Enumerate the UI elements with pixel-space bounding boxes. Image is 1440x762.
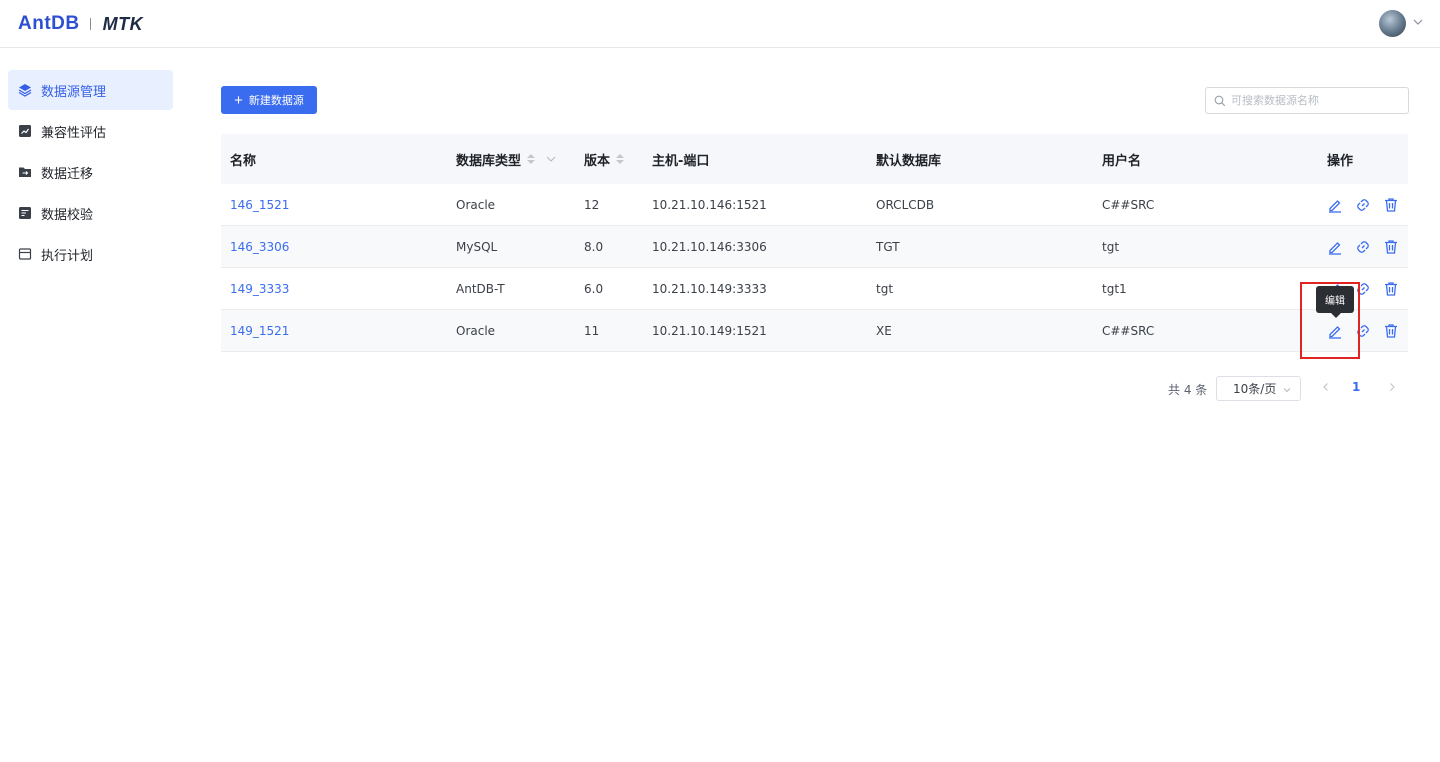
- search-input[interactable]: [1231, 94, 1401, 107]
- highlight-box: [1300, 282, 1360, 359]
- chevron-down-icon: [1283, 388, 1291, 393]
- app-logo[interactable]: AntDB MTK: [18, 12, 143, 36]
- prev-page-icon[interactable]: [1320, 381, 1332, 393]
- delete-icon[interactable]: [1383, 281, 1399, 297]
- cell-default-db: ORCLCDB: [876, 197, 935, 212]
- datasource-table: 名称 数据库类型 版本 主机-端口 默认数据库 用户名 操作 146_1521 …: [221, 134, 1408, 352]
- link-icon[interactable]: [1355, 239, 1371, 255]
- filter-chevron-icon[interactable]: [545, 153, 557, 165]
- sidebar-item-label: 兼容性评估: [41, 125, 107, 141]
- sidebar-item-label: 执行计划: [41, 248, 94, 264]
- header-user: 用户名: [1102, 153, 1142, 169]
- sort-icon[interactable]: [616, 154, 625, 164]
- table-row: 146_3306 MySQL 8.0 10.21.10.146:3306 TGT…: [221, 226, 1408, 268]
- link-icon[interactable]: [1355, 197, 1371, 213]
- search-icon: [1214, 95, 1226, 106]
- table-row: 146_1521 Oracle 12 10.21.10.146:1521 ORC…: [221, 184, 1408, 226]
- pagination-total: 共 4 条: [1168, 383, 1208, 397]
- cell-default-db: TGT: [876, 239, 900, 254]
- delete-icon[interactable]: [1383, 197, 1399, 213]
- cell-host: 10.21.10.146:3306: [652, 239, 767, 254]
- next-page-icon[interactable]: [1386, 381, 1398, 393]
- plus-icon: +: [234, 91, 243, 109]
- cell-type: MySQL: [456, 239, 498, 254]
- table-row: 149_1521 Oracle 11 10.21.10.149:1521 XE …: [221, 310, 1408, 352]
- edit-icon[interactable]: [1327, 239, 1343, 255]
- cell-type: Oracle: [456, 323, 496, 338]
- sort-icon[interactable]: [527, 154, 536, 164]
- sidebar-item-datasource[interactable]: 数据源管理: [8, 70, 173, 110]
- datasource-name-link[interactable]: 149_3333: [230, 268, 289, 309]
- header-default-db: 默认数据库: [876, 153, 942, 169]
- sidebar-item-label: 数据校验: [41, 207, 94, 223]
- folder-transfer-icon: [18, 165, 32, 179]
- header-ops: 操作: [1327, 153, 1354, 169]
- cell-version: 8.0: [584, 239, 604, 254]
- cell-user: C##SRC: [1102, 323, 1155, 338]
- page-size-value: 10条/页: [1233, 382, 1277, 396]
- header-name: 名称: [230, 153, 257, 169]
- cell-host: 10.21.10.149:3333: [652, 281, 767, 296]
- cell-user: tgt: [1102, 239, 1120, 254]
- top-header: AntDB MTK: [0, 0, 1440, 48]
- logo-antdb: AntDB: [18, 13, 80, 34]
- sidebar-item-label: 数据迁移: [41, 166, 94, 182]
- header-host: 主机-端口: [652, 153, 710, 169]
- page-number-current[interactable]: 1: [1352, 380, 1360, 394]
- cell-user: tgt1: [1102, 281, 1127, 296]
- cell-type: AntDB-T: [456, 281, 505, 296]
- cell-default-db: tgt: [876, 281, 894, 296]
- new-datasource-label: 新建数据源: [248, 95, 304, 107]
- logo-mtk: MTK: [102, 13, 144, 34]
- datasource-name-link[interactable]: 146_3306: [230, 226, 289, 267]
- cell-version: 12: [584, 197, 600, 212]
- cell-version: 6.0: [584, 281, 604, 296]
- sidebar: 数据源管理 兼容性评估 数据迁移 数据校验 执行计划: [0, 49, 180, 762]
- search-box[interactable]: [1205, 87, 1409, 114]
- header-type[interactable]: 数据库类型: [456, 134, 557, 184]
- table-header: 名称 数据库类型 版本 主机-端口 默认数据库 用户名 操作: [221, 134, 1408, 184]
- cell-host: 10.21.10.146:1521: [652, 197, 767, 212]
- cell-type: Oracle: [456, 197, 496, 212]
- sidebar-item-label: 数据源管理: [41, 84, 107, 100]
- header-type-label: 数据库类型: [456, 153, 522, 169]
- logo-divider: [89, 18, 91, 30]
- layers-icon: [18, 83, 32, 97]
- sidebar-item-compat[interactable]: 兼容性评估: [8, 111, 173, 151]
- datasource-name-link[interactable]: 149_1521: [230, 310, 289, 351]
- cell-user: C##SRC: [1102, 197, 1155, 212]
- datasource-name-link[interactable]: 146_1521: [230, 184, 289, 225]
- calendar-icon: [18, 247, 32, 261]
- new-datasource-button[interactable]: + 新建数据源: [221, 86, 317, 114]
- check-doc-icon: [18, 206, 32, 220]
- cell-version: 11: [584, 323, 600, 338]
- delete-icon[interactable]: [1383, 323, 1399, 339]
- edit-icon[interactable]: [1327, 197, 1343, 213]
- sidebar-item-plan[interactable]: 执行计划: [8, 234, 173, 274]
- cell-default-db: XE: [876, 323, 892, 338]
- sidebar-item-migration[interactable]: 数据迁移: [8, 152, 173, 192]
- cell-host: 10.21.10.149:1521: [652, 323, 767, 338]
- delete-icon[interactable]: [1383, 239, 1399, 255]
- chevron-down-icon[interactable]: [1412, 16, 1424, 28]
- header-version[interactable]: 版本: [584, 134, 625, 184]
- chart-icon: [18, 124, 32, 138]
- sidebar-item-verify[interactable]: 数据校验: [8, 193, 173, 233]
- user-avatar[interactable]: [1379, 10, 1406, 37]
- table-row: 149_3333 AntDB-T 6.0 10.21.10.149:3333 t…: [221, 268, 1408, 310]
- page-size-select[interactable]: 10条/页: [1216, 376, 1301, 401]
- header-version-label: 版本: [584, 153, 611, 169]
